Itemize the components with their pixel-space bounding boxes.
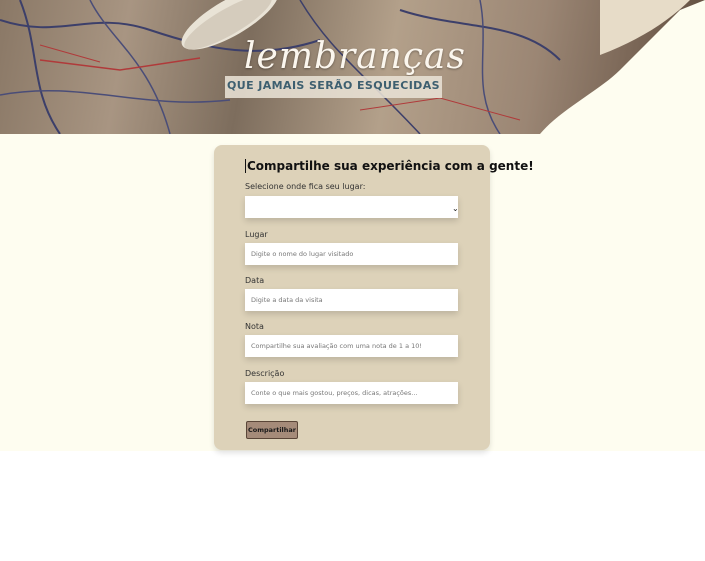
hero-banner: lembranças QUE JAMAIS SERÃO ESQUECIDAS: [0, 0, 705, 134]
lugar-label: Lugar: [245, 230, 268, 239]
descricao-label: Descrição: [245, 369, 285, 378]
nota-label: Nota: [245, 322, 264, 331]
form-heading: Compartilhe sua experiência com a gente!: [245, 159, 534, 173]
nota-input[interactable]: [245, 335, 458, 357]
descricao-input[interactable]: [245, 382, 458, 404]
select-label: Selecione onde fica seu lugar:: [245, 182, 366, 191]
lugar-input[interactable]: [245, 243, 458, 265]
compartilhar-button[interactable]: Compartilhar: [246, 421, 298, 439]
data-label: Data: [245, 276, 265, 285]
data-input[interactable]: [245, 289, 458, 311]
banner-subtitle: QUE JAMAIS SERÃO ESQUECIDAS: [227, 79, 440, 92]
place-select[interactable]: [245, 196, 458, 218]
chevron-down-icon: ⌄: [452, 204, 459, 213]
banner-title: lembranças: [244, 36, 466, 77]
